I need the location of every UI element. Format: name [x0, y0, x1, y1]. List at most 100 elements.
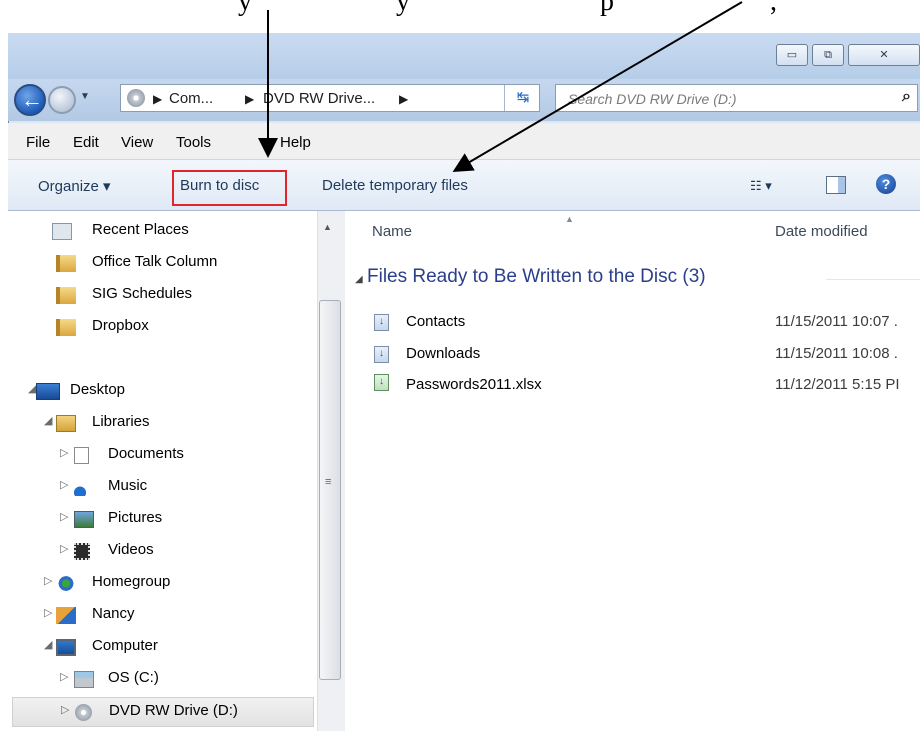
breadcrumb-separator-icon[interactable]: ▶ [399, 92, 408, 106]
preview-pane-icon[interactable] [826, 176, 846, 194]
nav-item-label: Pictures [108, 509, 163, 526]
pending-folder-icon: ↓ [374, 314, 389, 331]
forward-button[interactable] [48, 86, 76, 114]
music-icon [74, 479, 94, 496]
breadcrumb-dvd-drive[interactable]: DVD RW Drive... [263, 90, 375, 107]
nav-item-label: Desktop [70, 381, 126, 398]
burn-to-disc-button[interactable]: Burn to disc [180, 177, 259, 194]
nav-item[interactable]: Recent Places [8, 217, 314, 247]
caption-fragment: p [600, 0, 614, 17]
folder-icon [56, 287, 76, 304]
collapsed-arrow-icon[interactable]: ▷ [60, 670, 68, 683]
file-list-pane [345, 211, 920, 731]
group-divider [826, 279, 920, 280]
breadcrumb-computer[interactable]: Com... [169, 90, 213, 107]
back-button[interactable] [14, 84, 46, 116]
nav-item-label: Videos [108, 541, 154, 558]
menu-view[interactable]: View [121, 134, 153, 151]
nav-item-label: Homegroup [92, 573, 171, 590]
group-collapse-icon[interactable]: ◢ [355, 274, 363, 285]
help-icon[interactable]: ? [876, 174, 896, 194]
caption-fragment: , [770, 0, 777, 17]
column-header-name[interactable]: Name [372, 223, 412, 240]
menu-edit[interactable]: Edit [73, 134, 99, 151]
pictures-icon [74, 511, 94, 528]
caption-fragment: y [238, 0, 252, 17]
nav-item[interactable]: ▷ Videos [8, 537, 314, 567]
collapsed-arrow-icon[interactable]: ▷ [60, 510, 68, 523]
scroll-up-icon[interactable]: ▲ [323, 222, 332, 232]
nav-item-label: Libraries [92, 413, 150, 430]
close-button[interactable]: ✕ [848, 44, 920, 66]
folder-icon [56, 255, 76, 272]
file-date: 11/15/2011 10:07 . [775, 313, 898, 330]
drive-icon [127, 89, 145, 107]
file-date: 11/12/2011 5:15 PI [775, 376, 900, 393]
organize-button[interactable]: Organize ▾ [38, 177, 111, 195]
address-bar[interactable]: ▶ Com... ▶ DVD RW Drive... ▶ ▼ [120, 84, 609, 112]
search-input[interactable]: Search DVD RW Drive (D:) ⌕ [555, 84, 918, 112]
nav-item-label: Office Talk Column [92, 253, 218, 270]
nav-item[interactable]: ▷ Music [8, 473, 314, 503]
recent-pages-dropdown-icon[interactable]: ▼ [80, 91, 90, 102]
drive-icon [74, 671, 94, 688]
file-date: 11/15/2011 10:08 . [775, 345, 898, 362]
nav-item-label: Computer [92, 637, 158, 654]
nav-item[interactable]: ▷ Documents [8, 441, 314, 471]
user-icon [56, 607, 76, 624]
collapsed-arrow-icon[interactable]: ▷ [61, 703, 69, 716]
nav-item[interactable]: ▷ DVD RW Drive (D:) [12, 697, 314, 727]
breadcrumb-separator-icon[interactable]: ▶ [153, 92, 162, 106]
delete-temporary-files-button[interactable]: Delete temporary files [322, 177, 468, 194]
breadcrumb-separator-icon[interactable]: ▶ [245, 92, 254, 106]
file-name[interactable]: Downloads [406, 345, 480, 362]
computer-icon [56, 639, 76, 656]
nav-item-label: OS (C:) [108, 669, 159, 686]
nav-item[interactable]: ◢ Computer [8, 633, 314, 663]
collapsed-arrow-icon[interactable]: ▷ [44, 606, 52, 619]
collapsed-arrow-icon[interactable]: ▷ [44, 574, 52, 587]
minimize-button[interactable]: ▭ [776, 44, 808, 66]
desktop-icon [36, 383, 60, 400]
expanded-arrow-icon[interactable]: ◢ [44, 414, 52, 427]
file-name[interactable]: Passwords2011.xlsx [406, 376, 542, 393]
nav-item[interactable]: ▷ Homegroup [8, 569, 314, 599]
documents-icon [74, 447, 89, 464]
nav-item-label: Music [108, 477, 148, 494]
nav-item-label: Dropbox [92, 317, 149, 334]
scroll-thumb[interactable] [319, 300, 341, 680]
pending-excel-file-icon: ↓ [374, 374, 389, 391]
nav-item[interactable]: ▷ Nancy [8, 601, 314, 631]
menu-help[interactable]: Help [280, 134, 311, 151]
maximize-button[interactable]: ⧉ [812, 44, 844, 66]
videos-icon [74, 543, 90, 560]
scroll-grip-icon: ≡ [325, 476, 332, 488]
collapsed-arrow-icon[interactable]: ▷ [60, 446, 68, 459]
refresh-icon[interactable]: ↹ [504, 85, 541, 111]
recent-places-icon [52, 223, 72, 240]
nav-item[interactable]: ◢ Libraries [8, 409, 314, 439]
caption-fragment: y [396, 0, 410, 17]
collapsed-arrow-icon[interactable]: ▷ [60, 542, 68, 555]
file-name[interactable]: Contacts [406, 313, 465, 330]
nav-item[interactable]: Office Talk Column [8, 249, 314, 279]
column-header-date-modified[interactable]: Date modified [775, 223, 868, 240]
homegroup-icon [56, 575, 76, 592]
collapsed-arrow-icon[interactable]: ▷ [60, 478, 68, 491]
search-icon[interactable]: ⌕ [902, 88, 911, 106]
nav-item-label: SIG Schedules [92, 285, 193, 302]
menu-file[interactable]: File [26, 134, 50, 151]
nav-item[interactable]: SIG Schedules [8, 281, 314, 311]
nav-item[interactable]: ▷ Pictures [8, 505, 314, 535]
nav-item[interactable]: ▷ OS (C:) [8, 665, 314, 695]
expanded-arrow-icon[interactable]: ◢ [44, 638, 52, 651]
pending-folder-icon: ↓ [374, 346, 389, 363]
nav-item[interactable]: Dropbox [8, 313, 314, 343]
nav-item-label: Nancy [92, 605, 135, 622]
group-header[interactable]: Files Ready to Be Written to the Disc (3… [367, 266, 706, 288]
nav-item[interactable]: ◢ Desktop [8, 377, 314, 407]
sort-ascending-icon: ▲ [565, 214, 574, 224]
nav-item-label: Recent Places [92, 221, 189, 238]
menu-tools[interactable]: Tools [176, 134, 211, 151]
change-view-icon[interactable]: ☷ ▾ [750, 178, 772, 194]
